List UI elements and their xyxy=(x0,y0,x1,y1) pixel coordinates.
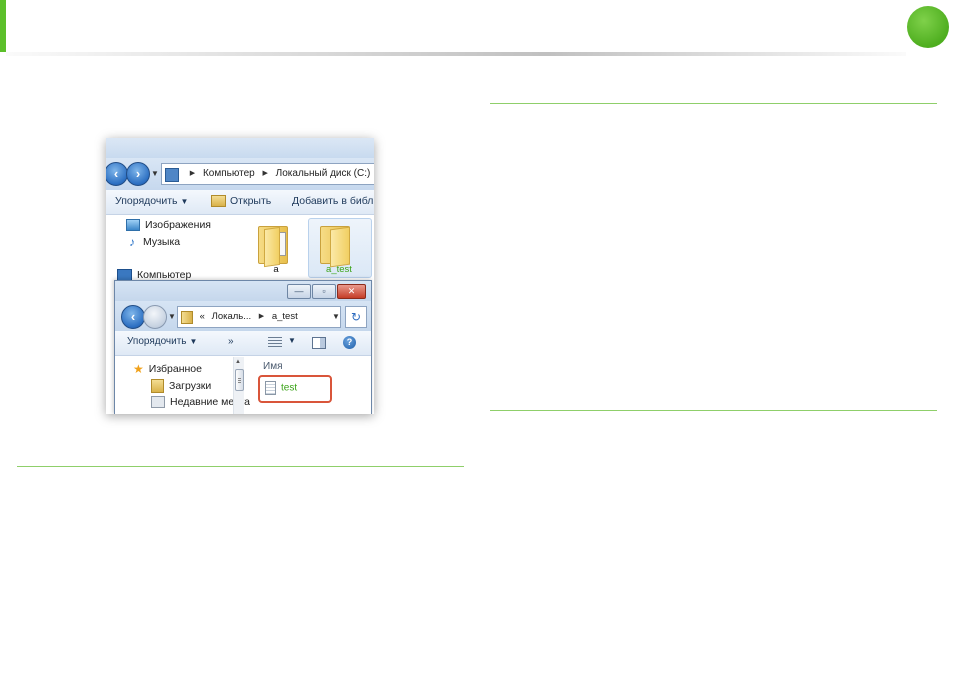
breadcrumb-separator-icon[interactable]: ▶ xyxy=(258,164,273,184)
breadcrumb-overflow[interactable]: « xyxy=(200,307,209,327)
file-item-test[interactable]: test xyxy=(265,381,297,395)
column-header-name[interactable]: Имя xyxy=(263,361,282,372)
pictures-icon xyxy=(126,219,140,232)
folder-icon[interactable] xyxy=(258,222,294,268)
nav-item-favorites[interactable]: ★ Избранное xyxy=(133,362,202,376)
header-divider xyxy=(6,52,906,56)
help-icon[interactable]: ? xyxy=(343,336,356,349)
history-dropdown-icon[interactable]: ▼ xyxy=(168,312,176,321)
more-commands-button[interactable]: » xyxy=(228,336,234,347)
address-bar[interactable]: ▶ Компьютер ▶ Локальный диск (C:) ▶ xyxy=(161,163,374,185)
navigation-bar: ‹ ▼ « Локаль... ▶ a_test ▼ ↻ xyxy=(115,301,371,331)
chevron-down-icon: ▼ xyxy=(180,197,189,206)
breadcrumb-a-test[interactable]: a_test xyxy=(272,307,298,327)
divider-left xyxy=(17,466,464,467)
nav-pane-scrollbar[interactable]: ▲ xyxy=(233,357,244,414)
address-bar[interactable]: « Локаль... ▶ a_test xyxy=(177,306,341,328)
background-title-bar xyxy=(106,138,374,158)
organize-button[interactable]: Упорядочить ▼ xyxy=(127,336,197,347)
star-icon: ★ xyxy=(133,362,144,376)
close-button[interactable]: ✕ xyxy=(337,284,366,299)
maximize-button[interactable]: ▫ xyxy=(312,284,336,299)
recent-places-icon xyxy=(151,396,165,409)
folder-icon xyxy=(181,311,193,324)
folder-label-a-test[interactable]: a_test xyxy=(309,264,369,275)
breadcrumb-separator-icon[interactable]: ▶ xyxy=(254,307,269,327)
open-folder-icon xyxy=(211,195,226,208)
nav-item-pictures[interactable]: Изображения xyxy=(126,219,211,232)
breadcrumb-local-disk[interactable]: Локаль... xyxy=(212,307,252,327)
divider-right-top xyxy=(490,103,937,104)
view-options-icon[interactable] xyxy=(268,337,282,347)
forward-button[interactable]: › xyxy=(126,162,150,186)
chevron-down-icon: ▼ xyxy=(189,337,198,346)
divider-right-bottom xyxy=(490,410,937,411)
breadcrumb-separator-icon[interactable]: ▶ xyxy=(373,164,374,184)
background-toolbar: Упорядочить ▼ Открыть Добавить в библи xyxy=(106,190,374,215)
breadcrumb-computer[interactable]: Компьютер xyxy=(203,164,255,184)
music-note-icon: ♪ xyxy=(129,235,135,250)
history-dropdown-icon[interactable]: ▼ xyxy=(151,169,159,178)
downloads-icon xyxy=(151,379,164,393)
page-accent-bar xyxy=(0,0,6,52)
chevron-down-icon[interactable]: ▼ xyxy=(288,336,296,345)
toolbar: Упорядочить ▼ » ▼ ? xyxy=(115,331,371,356)
open-button[interactable]: Открыть xyxy=(211,195,271,208)
preview-pane-icon[interactable] xyxy=(312,337,326,349)
breadcrumb-local-disk[interactable]: Локальный диск (C:) xyxy=(276,164,371,184)
back-button[interactable]: ‹ xyxy=(106,162,128,186)
scrollbar-thumb[interactable] xyxy=(235,369,244,391)
minimize-button[interactable]: — xyxy=(287,284,311,299)
computer-icon xyxy=(165,168,179,182)
forward-button[interactable] xyxy=(143,305,167,329)
foreground-explorer-window: — ▫ ✕ ‹ ▼ « Локаль... ▶ a_test ▼ ↻ Упоря… xyxy=(114,280,372,414)
nav-item-music[interactable]: ♪ Музыка xyxy=(126,236,180,248)
nav-item-downloads[interactable]: Загрузки xyxy=(151,379,211,393)
section-badge xyxy=(907,6,949,48)
back-button[interactable]: ‹ xyxy=(121,305,145,329)
refresh-icon[interactable]: ↻ xyxy=(345,306,367,328)
organize-button[interactable]: Упорядочить ▼ xyxy=(115,195,188,207)
window-title-bar: — ▫ ✕ xyxy=(115,281,371,301)
address-dropdown-icon[interactable]: ▼ xyxy=(332,312,340,321)
text-file-icon xyxy=(265,381,276,395)
folder-icon[interactable] xyxy=(320,222,356,268)
scroll-up-icon[interactable]: ▲ xyxy=(235,359,241,365)
folder-label-a[interactable]: a xyxy=(246,264,306,275)
explorer-screenshot: ‹ › ▼ ▶ Компьютер ▶ Локальный диск (C:) … xyxy=(106,138,374,414)
breadcrumb-separator-icon[interactable]: ▶ xyxy=(185,164,200,184)
add-to-library-button[interactable]: Добавить в библи xyxy=(292,195,374,207)
background-navigation-bar: ‹ › ▼ ▶ Компьютер ▶ Локальный диск (C:) … xyxy=(106,158,374,190)
